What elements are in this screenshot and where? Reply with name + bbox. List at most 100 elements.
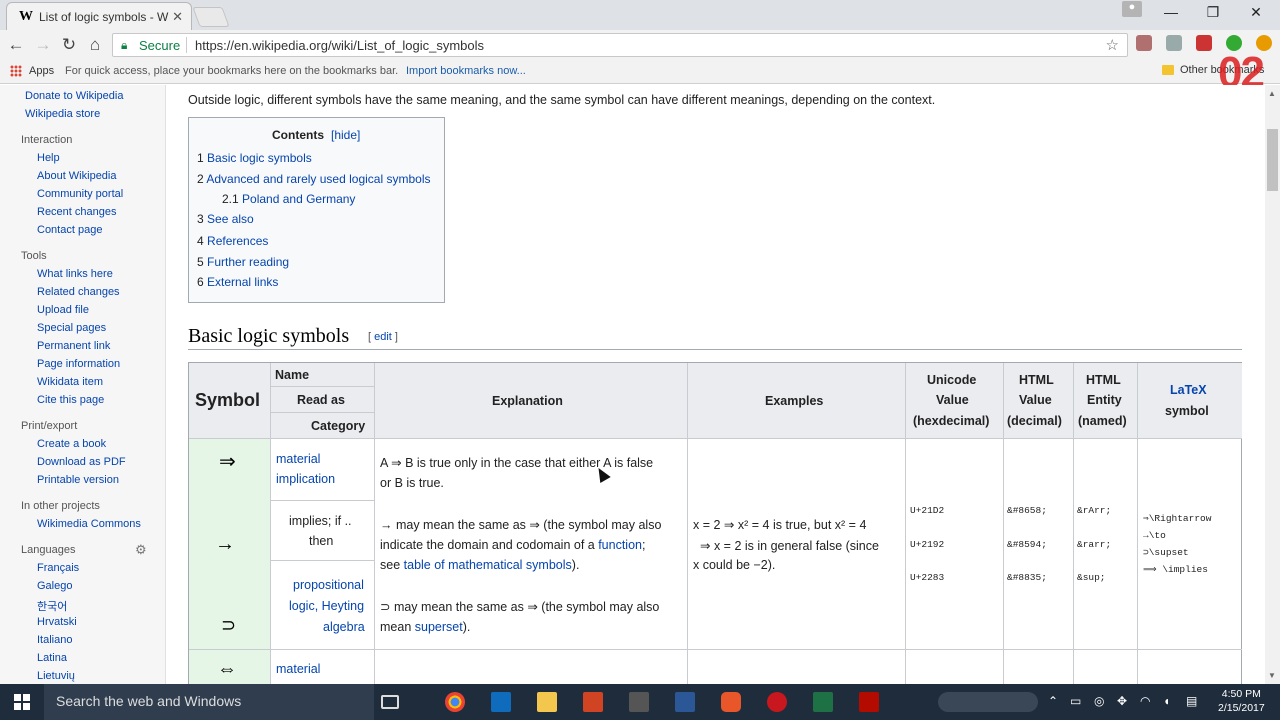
sidebar-lang-link[interactable]: Galego: [37, 580, 72, 592]
restore-button[interactable]: ❐: [1193, 4, 1233, 21]
sidebar-lang-link[interactable]: 한국어: [37, 598, 67, 614]
category-link[interactable]: algebra: [323, 620, 365, 634]
category-link[interactable]: propositional: [293, 578, 364, 592]
toc-hide-link[interactable]: [hide]: [331, 128, 360, 142]
scrollbar-thumb[interactable]: [1267, 129, 1278, 191]
toc-item[interactable]: 6 External links: [197, 275, 278, 289]
header-examples: Examples: [688, 363, 906, 439]
toc-item[interactable]: 3 See also: [197, 212, 254, 226]
table-link[interactable]: table of mathematical symbols: [404, 558, 572, 572]
extension-icon[interactable]: [1166, 35, 1182, 51]
category-link[interactable]: logic, Heyting: [289, 599, 364, 613]
sidebar-link-commons[interactable]: Wikimedia Commons: [37, 518, 141, 530]
close-window-button[interactable]: ✕: [1236, 4, 1276, 21]
sidebar-link-contact[interactable]: Contact page: [37, 224, 102, 236]
scroll-up-icon[interactable]: ▲: [1268, 89, 1276, 98]
superset-link[interactable]: superset: [415, 620, 463, 634]
sidebar-lang-link[interactable]: Hrvatski: [37, 616, 77, 628]
sidebar-link-cite[interactable]: Cite this page: [37, 394, 104, 406]
chrome-icon[interactable]: [445, 692, 465, 712]
taskbar-search-box[interactable]: Search the web and Windows: [44, 684, 374, 720]
profile-icon[interactable]: ●: [1122, 1, 1142, 17]
edit-section-link[interactable]: [ edit ]: [368, 331, 398, 343]
word-icon[interactable]: [675, 692, 695, 712]
function-link[interactable]: function: [598, 538, 642, 552]
wifi-icon[interactable]: ◠: [1140, 694, 1150, 708]
sidebar-lang-link[interactable]: Italiano: [37, 634, 72, 646]
calculator-icon[interactable]: [629, 692, 649, 712]
apps-grid-icon[interactable]: [10, 65, 22, 77]
sidebar-link-store[interactable]: Wikipedia store: [25, 108, 100, 120]
address-bar[interactable]: 🔒︎ Secure https://en.wikipedia.org/wiki/…: [112, 33, 1128, 57]
forward-arrow-icon[interactable]: →: [32, 35, 54, 55]
sidebar-lang-link[interactable]: Latina: [37, 652, 67, 664]
page-scrollbar[interactable]: ▲ ▼: [1265, 85, 1280, 685]
taskbar-clock[interactable]: 4:50 PM 2/15/2017: [1218, 687, 1265, 715]
tray-icon[interactable]: ✥: [1117, 694, 1127, 708]
header-symbol: Symbol: [189, 363, 271, 439]
task-view-icon[interactable]: [381, 695, 399, 709]
sidebar-lang-link[interactable]: Lietuvių: [37, 670, 75, 682]
sidebar-link-recent-changes[interactable]: Recent changes: [37, 206, 117, 218]
sidebar-link-about[interactable]: About Wikipedia: [37, 170, 117, 182]
sidebar-link-related-changes[interactable]: Related changes: [37, 286, 120, 298]
url-text[interactable]: https://en.wikipedia.org/wiki/List_of_lo…: [195, 38, 484, 53]
acrobat-icon[interactable]: [859, 692, 879, 712]
keyboard-icon[interactable]: ▤: [1186, 694, 1197, 708]
sidebar-link-page-info[interactable]: Page information: [37, 358, 120, 370]
extension-icon[interactable]: [1196, 35, 1212, 51]
tray-icon[interactable]: ▭: [1070, 694, 1081, 708]
sidebar-link-help[interactable]: Help: [37, 152, 60, 164]
toc-item[interactable]: 5 Further reading: [197, 255, 289, 269]
extension-icon[interactable]: [1136, 35, 1152, 51]
apps-link[interactable]: Apps: [29, 65, 54, 77]
excel-icon[interactable]: [813, 692, 833, 712]
reload-icon[interactable]: ↻: [58, 35, 80, 55]
sidebar-link-upload[interactable]: Upload file: [37, 304, 89, 316]
sidebar-link-create-book[interactable]: Create a book: [37, 438, 106, 450]
sidebar-link-wikidata[interactable]: Wikidata item: [37, 376, 103, 388]
windows-start-icon[interactable]: [14, 694, 30, 710]
home-icon[interactable]: ⌂: [84, 35, 106, 55]
app-icon[interactable]: [767, 692, 787, 712]
tray-icon[interactable]: ◎: [1094, 694, 1104, 708]
bookmark-star-icon[interactable]: ☆: [1106, 36, 1119, 54]
sidebar-link-pdf[interactable]: Download as PDF: [37, 456, 126, 468]
toc-item[interactable]: 2.1 Poland and Germany: [222, 192, 355, 206]
sidebar-link-permanent[interactable]: Permanent link: [37, 340, 110, 352]
sidebar-link-special-pages[interactable]: Special pages: [37, 322, 106, 334]
material-implication-link[interactable]: material: [276, 452, 320, 466]
browser-tab[interactable]: W List of logic symbols - W ✕: [6, 2, 192, 30]
sidebar-link-what-links-here[interactable]: What links here: [37, 268, 113, 280]
sidebar-link-donate[interactable]: Donate to Wikipedia: [25, 90, 123, 102]
material-link[interactable]: material: [276, 662, 320, 676]
volume-icon[interactable]: ◖: [1163, 694, 1170, 708]
latex-link[interactable]: LaTeX: [1170, 383, 1207, 397]
omnibox-divider: [186, 37, 187, 53]
windows-taskbar: Search the web and Windows ⌃ ▭ ◎ ✥ ◠ ◖ ▤…: [0, 684, 1280, 720]
toc-item[interactable]: 1 Basic logic symbols: [197, 151, 312, 165]
scroll-down-icon[interactable]: ▼: [1268, 671, 1276, 680]
brave-icon[interactable]: [721, 692, 741, 712]
toc-item[interactable]: 2 Advanced and rarely used logical symbo…: [197, 172, 430, 186]
header-html-entity: HTML Entity (named): [1074, 363, 1138, 439]
sidebar-link-community[interactable]: Community portal: [37, 188, 123, 200]
explanation-cell: A ⇒ B is true only in the case that eith…: [375, 439, 688, 650]
powerpoint-icon[interactable]: [583, 692, 603, 712]
sidebar-link-printable[interactable]: Printable version: [37, 474, 119, 486]
recorder-controls[interactable]: [938, 692, 1038, 712]
symbol-cell: ⇒ → ⊃: [189, 439, 271, 650]
back-arrow-icon[interactable]: ←: [5, 35, 27, 55]
file-explorer-icon[interactable]: [537, 692, 557, 712]
material-implication-link[interactable]: implication: [276, 472, 335, 486]
gear-icon[interactable]: ⚙: [135, 542, 147, 558]
new-tab-button[interactable]: [192, 7, 230, 27]
tray-chevron-icon[interactable]: ⌃: [1048, 694, 1058, 708]
minimize-button[interactable]: —: [1151, 4, 1191, 20]
sidebar-lang-link[interactable]: Français: [37, 562, 79, 574]
header-latex: LaTeX symbol: [1138, 363, 1242, 439]
outlook-icon[interactable]: [491, 692, 511, 712]
tab-close-icon[interactable]: ✕: [172, 9, 183, 25]
toc-item[interactable]: 4 References: [197, 234, 268, 248]
import-bookmarks-link[interactable]: Import bookmarks now...: [406, 65, 526, 77]
